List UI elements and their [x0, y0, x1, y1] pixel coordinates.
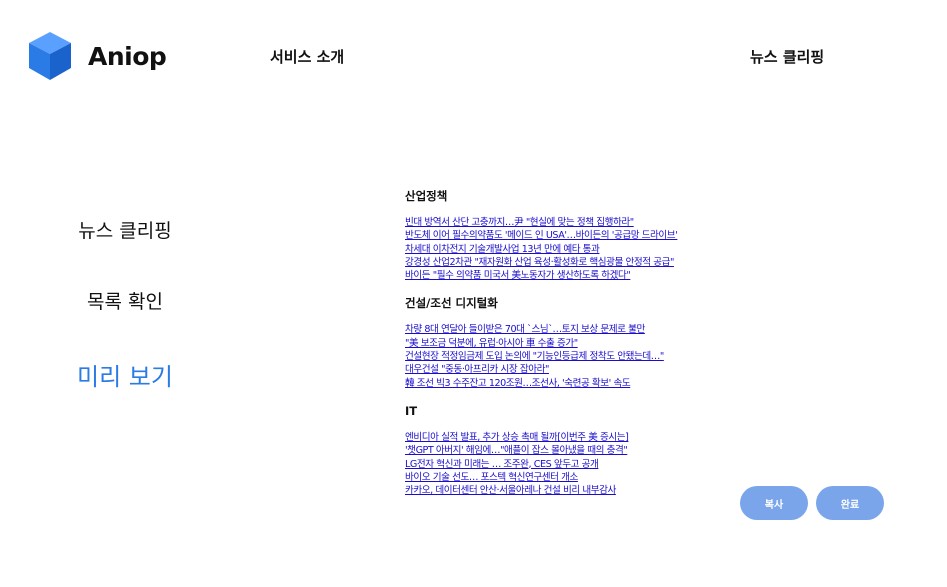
- article-link[interactable]: 韓 조선 빅3 수주잔고 120조원…조선사, '숙련공 확보' 속도: [405, 377, 735, 390]
- page: Aniop 서비스 소개 뉴스 클리핑 뉴스 클리핑 목록 확인 미리 보기 산…: [0, 0, 947, 587]
- article-link[interactable]: 건설현장 적정임금제 도입 논의에 "기능인등급제 정착도 안됐는데…": [405, 350, 735, 363]
- news-section: 산업정책 빈대 방역서 산단 고충까지…尹 "현실에 맞는 정책 집행하라" 반…: [405, 189, 735, 282]
- section-title: 산업정책: [405, 189, 448, 203]
- nav-news-clipping[interactable]: 뉴스 클리핑: [750, 46, 824, 67]
- article-link[interactable]: '챗GPT 아버지' 해임에…"애플이 잡스 몰아냈을 때의 충격": [405, 444, 735, 457]
- article-link[interactable]: 빈대 방역서 산단 고충까지…尹 "현실에 맞는 정책 집행하라": [405, 216, 735, 229]
- sidebar-item-preview[interactable]: 미리 보기: [0, 357, 250, 392]
- article-link[interactable]: 바이든 "필수 의약품 미국서 美노동자가 생산하도록 하겠다": [405, 269, 735, 282]
- article-link[interactable]: 강경성 산업2차관 "재자원화 산업 육성·활성화로 핵심광물 안정적 공급": [405, 256, 735, 269]
- preview-content: 산업정책 빈대 방역서 산단 고충까지…尹 "현실에 맞는 정책 집행하라" 반…: [405, 189, 735, 497]
- copy-button[interactable]: 복사: [740, 486, 808, 520]
- section-title: 건설/조선 디지털화: [405, 296, 498, 311]
- news-section: IT 엔비디아 실적 발표, 추가 상승 촉매 될까[이번주 美 증시는] '챗…: [405, 404, 735, 497]
- section-title: IT: [405, 403, 418, 418]
- article-link[interactable]: 엔비디아 실적 발표, 추가 상승 촉매 될까[이번주 美 증시는]: [405, 431, 735, 444]
- article-link[interactable]: "美 보조금 덕분에, 유럽·아시아 車 수출 증가": [405, 337, 735, 350]
- article-link[interactable]: 바이오 기술 선도… 포스텍 혁신연구센터 개소: [405, 471, 735, 484]
- article-link[interactable]: 차세대 이차전지 기술개발사업 13년 만에 예타 통과: [405, 243, 735, 256]
- article-link[interactable]: 카카오, 데이터센터 안산·서울아레나 건설 비리 내부감사: [405, 484, 735, 497]
- brand-name: Aniop: [88, 41, 167, 71]
- done-button[interactable]: 완료: [816, 486, 884, 520]
- sidebar-item-list-check[interactable]: 목록 확인: [0, 287, 250, 314]
- article-link[interactable]: 차량 8대 연달아 들이받은 70대 `스님`…토지 보상 문제로 불만: [405, 323, 735, 336]
- article-link[interactable]: LG전자 혁신과 미래는 … 조주완, CES 앞두고 공개: [405, 458, 735, 471]
- brand-logo[interactable]: Aniop: [26, 30, 167, 82]
- cube-icon: [29, 32, 71, 80]
- sidebar-item-news-clipping[interactable]: 뉴스 클리핑: [0, 216, 250, 243]
- nav-service-intro[interactable]: 서비스 소개: [270, 46, 344, 67]
- article-link[interactable]: 반도체 이어 필수의약품도 '메이드 인 USA'…바이든의 '공급망 드라이브…: [405, 229, 735, 242]
- news-section: 건설/조선 디지털화 차량 8대 연달아 들이받은 70대 `스님`…토지 보상…: [405, 296, 735, 389]
- article-link[interactable]: 대우건설 "중동·아프리카 시장 잡아라": [405, 363, 735, 376]
